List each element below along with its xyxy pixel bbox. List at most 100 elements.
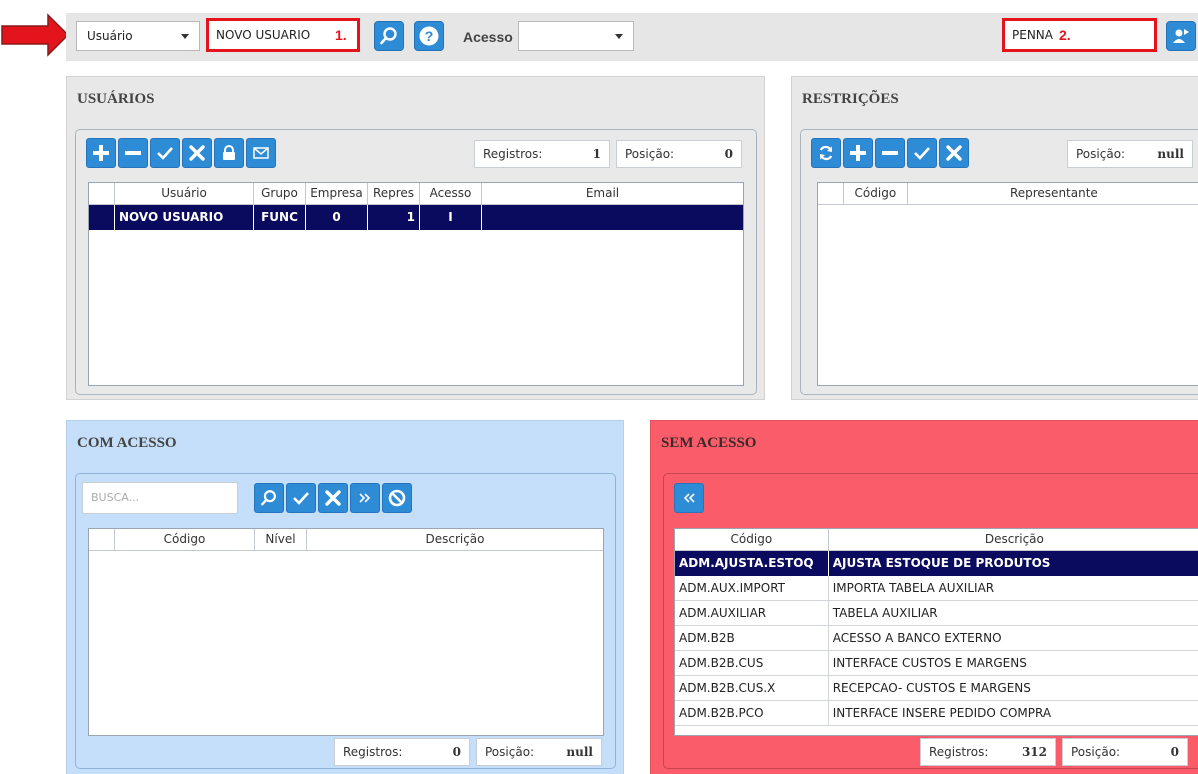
col-descricao[interactable]: Descrição [829, 529, 1198, 550]
col-codigo[interactable]: Código [844, 183, 908, 204]
close-icon [325, 490, 341, 506]
cell-descricao: INTERFACE INSERE PEDIDO COMPRA [829, 701, 1198, 725]
col-nivel[interactable]: Nível [255, 529, 307, 550]
cell-descricao: ACESSO A BANCO EXTERNO [829, 626, 1198, 650]
double-chevron-left-icon [683, 493, 695, 503]
close-icon [189, 145, 205, 161]
refresh-button[interactable] [811, 138, 841, 168]
registros-value: 1 [592, 147, 601, 161]
rep-field-value: PENNA [1012, 28, 1053, 42]
marker-1: 1. [335, 27, 347, 43]
block-icon [388, 489, 406, 507]
type-select[interactable]: Usuário [76, 21, 200, 51]
cell-descricao: IMPORTA TABELA AUXILIAR [829, 576, 1198, 600]
table-row[interactable]: ADM.B2B.CUS.X RECEPCAO- CUSTOS E MARGENS [675, 676, 1198, 701]
posicao-value: null [566, 745, 593, 759]
cancel-restriction-button[interactable] [939, 138, 969, 168]
restricoes-grid[interactable]: Código Representante [817, 182, 1198, 386]
move-to-com-acesso-button[interactable] [674, 483, 704, 513]
col-representante[interactable]: Representante [908, 183, 1198, 204]
cell-acesso: I [420, 205, 482, 230]
col-usuario[interactable]: Usuário [115, 183, 254, 204]
cell-email [482, 205, 723, 230]
search-button[interactable] [374, 21, 404, 51]
table-row[interactable]: ADM.AUXILIAR TABELA AUXILIAR [675, 601, 1198, 626]
posicao-label: Posição: [625, 147, 675, 161]
sem-acesso-posicao: Posição: 0 [1062, 738, 1188, 766]
table-row[interactable]: ADM.B2B.PCO INTERFACE INSERE PEDIDO COMP… [675, 701, 1198, 726]
col-codigo[interactable]: Código [115, 529, 255, 550]
search-input[interactable]: BUSCA... [82, 482, 238, 514]
user-field-value: NOVO USUARIO [216, 28, 311, 42]
add-user-button[interactable] [86, 138, 116, 168]
cell-descricao: RECEPCAO- CUSTOS E MARGENS [829, 676, 1198, 700]
cell-codigo: ADM.B2B.CUS [675, 651, 829, 675]
remove-user-button[interactable] [118, 138, 148, 168]
check-icon [157, 147, 173, 160]
col-email[interactable]: Email [482, 183, 723, 204]
add-restriction-button[interactable] [843, 138, 873, 168]
cell-empresa: 0 [306, 205, 368, 230]
col-descricao[interactable]: Descrição [307, 529, 603, 550]
table-row[interactable]: ADM.AJUSTA.ESTOQ AJUSTA ESTOQUE DE PRODU… [675, 551, 1198, 576]
close-icon [946, 145, 962, 161]
restricoes-inner: Posição: null Código Representante [800, 129, 1198, 395]
confirm-restriction-button[interactable] [907, 138, 937, 168]
plus-icon [93, 145, 109, 161]
access-select[interactable] [518, 21, 634, 51]
top-toolbar: Usuário NOVO USUARIO 1. ? Acesso PENNA 2… [66, 13, 1198, 61]
table-row[interactable]: ADM.AUX.IMPORT IMPORTA TABELA AUXILIAR [675, 576, 1198, 601]
remove-restriction-button[interactable] [875, 138, 905, 168]
cancel-button[interactable] [182, 138, 212, 168]
svg-text:?: ? [425, 28, 434, 44]
registros-label: Registros: [929, 745, 989, 759]
col-acesso[interactable]: Acesso [420, 183, 482, 204]
table-row[interactable]: ADM.B2B ACESSO A BANCO EXTERNO [675, 626, 1198, 651]
registros-label: Registros: [483, 147, 543, 161]
block-button[interactable] [382, 483, 412, 513]
usuarios-inner: Registros: 1 Posição: 0 Usuário Grupo Em… [75, 129, 757, 395]
usuarios-title: USUÁRIOS [77, 91, 155, 107]
chevron-down-icon [181, 34, 189, 39]
posicao-label: Posição: [1071, 745, 1121, 759]
user-field[interactable]: NOVO USUARIO 1. [206, 18, 360, 52]
representative-field[interactable]: PENNA 2. [1002, 18, 1157, 52]
confirm-access-button[interactable] [286, 483, 316, 513]
email-button[interactable] [246, 138, 276, 168]
table-row[interactable]: ADM.B2B.CUS INTERFACE CUSTOS E MARGENS [675, 651, 1198, 676]
com-acesso-grid[interactable]: Código Nível Descrição [88, 528, 604, 736]
help-button[interactable]: ? [414, 21, 444, 51]
cell-descricao: INTERFACE CUSTOS E MARGENS [829, 651, 1198, 675]
type-select-value: Usuário [87, 29, 133, 43]
cell-codigo: ADM.B2B [675, 626, 829, 650]
posicao-value: null [1157, 147, 1184, 161]
move-to-sem-acesso-button[interactable] [350, 483, 380, 513]
sem-acesso-grid[interactable]: Código Descrição ADM.AJUSTA.ESTOQ AJUSTA… [674, 528, 1198, 736]
minus-icon [125, 151, 141, 155]
sem-acesso-registros: Registros: 312 [920, 738, 1056, 766]
restricoes-grid-header: Código Representante [818, 183, 1198, 205]
table-row[interactable]: NOVO USUARIO FUNC 0 1 I [89, 205, 743, 230]
confirm-button[interactable] [150, 138, 180, 168]
cancel-access-button[interactable] [318, 483, 348, 513]
col-empresa[interactable]: Empresa [306, 183, 368, 204]
com-acesso-inner: BUSCA... Código Nível Descrição Registro… [75, 473, 616, 769]
lock-button[interactable] [214, 138, 244, 168]
cell-codigo: ADM.AUXILIAR [675, 601, 829, 625]
posicao-value: 0 [1170, 745, 1179, 759]
sem-acesso-grid-header: Código Descrição [675, 529, 1198, 551]
double-chevron-right-icon [359, 493, 371, 503]
registros-label: Registros: [343, 745, 403, 759]
com-acesso-grid-header: Código Nível Descrição [89, 529, 603, 551]
usuarios-grid[interactable]: Usuário Grupo Empresa Repres Acesso Emai… [88, 182, 744, 386]
cell-usuario: NOVO USUARIO [115, 205, 254, 230]
sem-acesso-inner: Código Descrição ADM.AJUSTA.ESTOQ AJUSTA… [663, 473, 1198, 769]
mail-icon [253, 147, 269, 159]
search-button[interactable] [254, 483, 284, 513]
switch-representative-button[interactable] [1166, 21, 1196, 51]
col-codigo[interactable]: Código [675, 529, 829, 550]
cell-codigo: ADM.B2B.PCO [675, 701, 829, 725]
col-repres[interactable]: Repres [368, 183, 420, 204]
col-grupo[interactable]: Grupo [254, 183, 306, 204]
user-switch-icon [1173, 29, 1189, 43]
